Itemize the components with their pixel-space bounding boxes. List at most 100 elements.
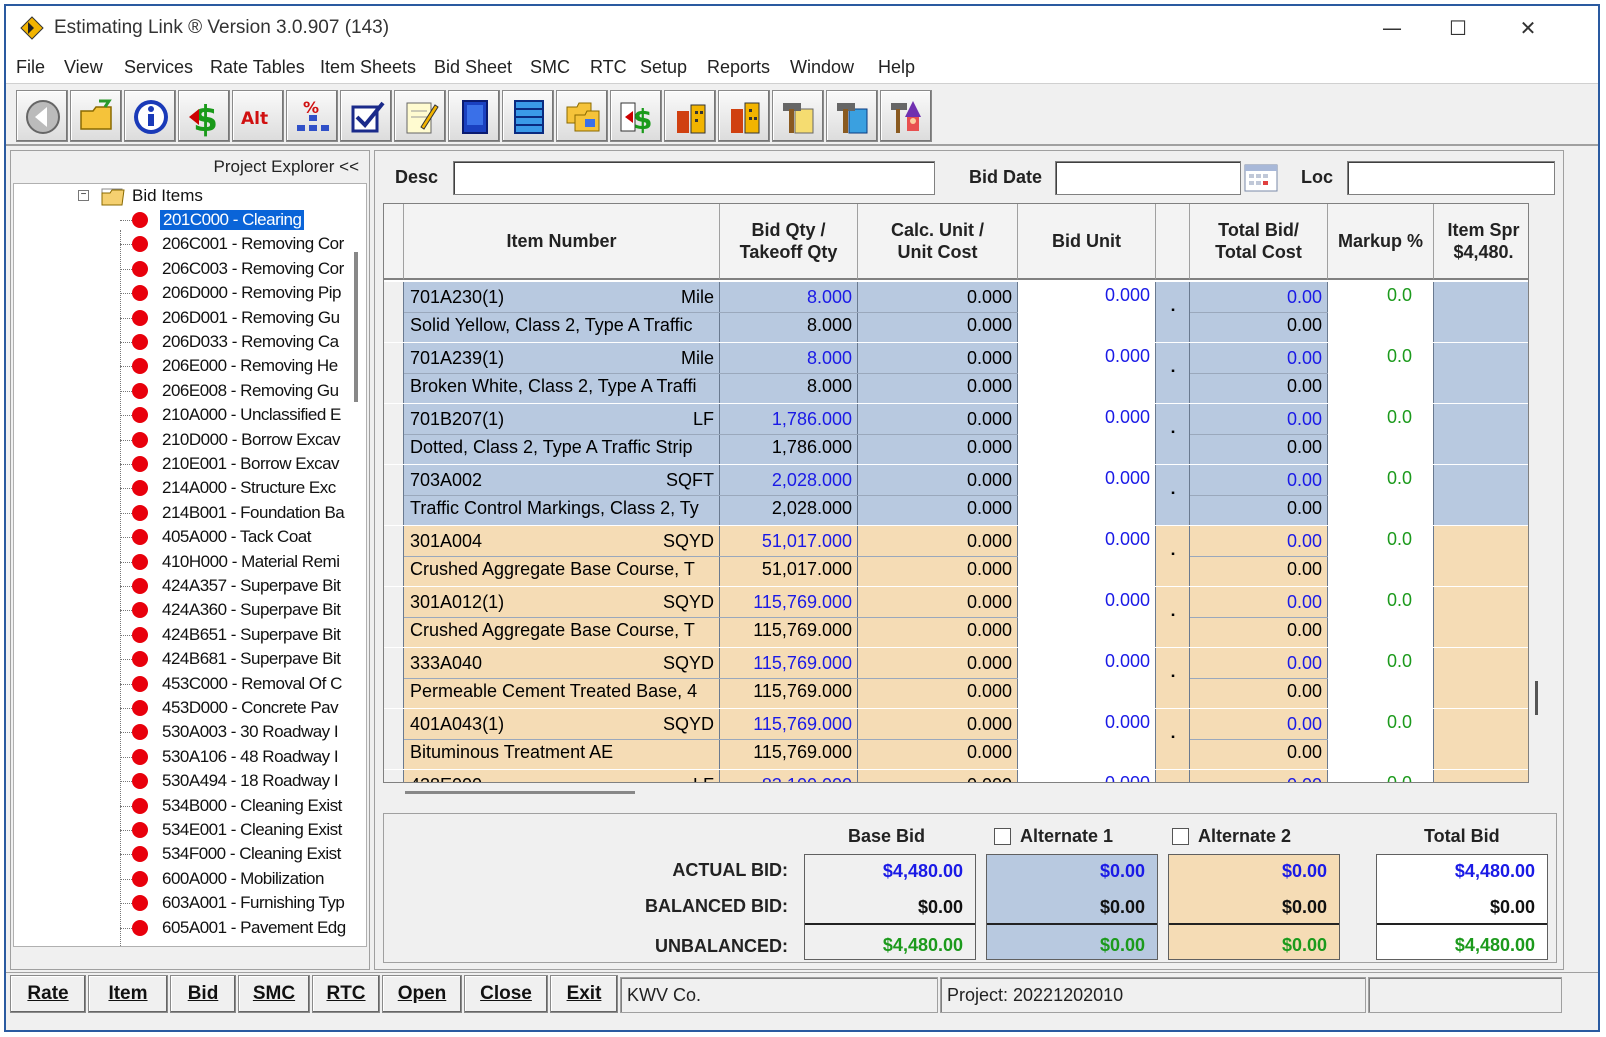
tree-item[interactable]: 214B001 - Foundation Ba [14,501,366,525]
bid-button[interactable]: Bid [170,975,236,1013]
table-row[interactable]: 703A002 SQFT Traffic Control Markings, Cla… [384,465,1528,525]
tree-item[interactable]: 424A357 - Superpave Bit [14,574,366,598]
desc-input[interactable] [453,161,935,195]
lock-marker-icon[interactable]: ▪ [1156,662,1190,692]
exit-button[interactable]: Exit [550,975,618,1013]
lock-marker-icon[interactable]: ▪ [1156,723,1190,753]
menu-bid-sheet[interactable]: Bid Sheet [434,57,512,78]
buildings-button[interactable] [664,90,716,142]
tree-item[interactable]: 206C003 - Removing Cor [14,257,366,281]
tree-item[interactable]: 603A001 - Furnishing Typ [14,891,366,915]
transfer-button[interactable]: $ [610,90,662,142]
markup-button[interactable]: % [286,90,338,142]
maximize-button[interactable]: ☐ [1440,14,1476,42]
table-row[interactable]: 701A239(1) Mile Broken White, Class 2, Typ… [384,343,1528,403]
menu-file[interactable]: File [16,57,45,78]
table-row[interactable]: 701B207(1) LF Dotted, Class 2, Type A Traf… [384,404,1528,464]
tree-item[interactable]: 424B681 - Superpave Bit [14,647,366,671]
tree-item[interactable]: 210E001 - Borrow Excav [14,452,366,476]
header-item-spread[interactable]: Item Spr $4,480. [1434,204,1528,280]
header-markup[interactable]: Markup % [1328,204,1434,280]
tree-item[interactable]: 206C001 - Removing Cor [14,232,366,256]
grid-horizontal-scrollbar[interactable] [405,791,635,794]
close-project-button[interactable]: Close [464,975,548,1013]
menu-smc[interactable]: SMC [530,57,570,78]
loc-input[interactable] [1347,161,1555,195]
tree-item[interactable]: 210A000 - Unclassified E [14,403,366,427]
bid-items-tree[interactable]: − Bid Items 201C000 - Clearing 206C001 - … [13,183,367,947]
rtc-button[interactable]: RTC [312,975,380,1013]
tree-item[interactable]: 530A494 - 18 Roadway I [14,769,366,793]
lock-marker-icon[interactable]: ▪ [1156,479,1190,509]
menu-setup[interactable]: Setup [640,57,687,78]
tree-item[interactable]: 534E001 - Cleaning Exist [14,818,366,842]
tree-root[interactable]: − Bid Items [14,184,366,208]
table-row[interactable]: 428E000LF83,100.0000.0000.0000.000.0▪ [384,770,1528,782]
pricing-button[interactable]: $ [178,90,230,142]
tree-item[interactable]: 534B000 - Cleaning Exist [14,794,366,818]
tree-item[interactable]: 530A003 - 30 Roadway I [14,720,366,744]
hammer-doc-button[interactable] [772,90,824,142]
header-bid-unit[interactable]: Bid Unit [1018,204,1156,280]
tree-item[interactable]: 214A000 - Structure Exc [14,476,366,500]
menu-rate-tables[interactable]: Rate Tables [210,57,305,78]
alternate-2-checkbox[interactable] [1172,828,1189,845]
header-total[interactable]: Total Bid/Total Cost [1190,204,1328,280]
folders-button[interactable] [556,90,608,142]
tree-item[interactable]: 206D000 - Removing Pip [14,281,366,305]
menu-window[interactable]: Window [790,57,854,78]
tree-item[interactable]: 206E008 - Removing Gu [14,379,366,403]
explorer-collapse-toggle[interactable]: Project Explorer << [213,157,359,177]
calendar-icon[interactable] [1243,161,1279,193]
back-button[interactable] [16,90,68,142]
menu-rtc[interactable]: RTC [590,57,627,78]
tree-item[interactable]: 534F000 - Cleaning Exist [14,842,366,866]
wizard-button[interactable] [880,90,932,142]
open-button[interactable] [70,90,122,142]
minimize-button[interactable]: — [1374,14,1410,42]
hammer-doc-2-button[interactable] [826,90,878,142]
table-row[interactable]: 401A043(1) SQYD Bituminous Treatment AE 115… [384,709,1528,769]
notes-button[interactable] [394,90,446,142]
bid-date-input[interactable] [1055,161,1241,195]
alternate-button[interactable]: Alt [232,90,284,142]
tree-item[interactable]: 201C000 - Clearing [14,208,366,232]
menu-item-sheets[interactable]: Item Sheets [320,57,416,78]
tree-item[interactable]: 605A001 - Pavement Edg [14,916,366,940]
tree-item[interactable]: 424B651 - Superpave Bit [14,623,366,647]
tree-item[interactable]: 453D000 - Concrete Pav [14,696,366,720]
menu-view[interactable]: View [64,57,103,78]
open-project-button[interactable]: Open [382,975,462,1013]
tree-item[interactable]: 206D001 - Removing Gu [14,306,366,330]
tree-item[interactable]: 424A360 - Superpave Bit [14,598,366,622]
tree-vertical-scrollbar[interactable] [354,252,358,402]
tree-item[interactable]: 453C000 - Removal Of C [14,672,366,696]
table-row[interactable]: 701A230(1) Mile Solid Yellow, Class 2, Typ… [384,282,1528,342]
smc-button[interactable]: SMC [238,975,310,1013]
book-button[interactable] [448,90,500,142]
checklist-button[interactable] [340,90,392,142]
menu-services[interactable]: Services [124,57,193,78]
table-button[interactable] [502,90,554,142]
tree-item[interactable]: 410H000 - Material Remi [14,550,366,574]
grid-vertical-scrollbar[interactable] [1535,681,1538,715]
lock-marker-icon[interactable]: ▪ [1156,296,1190,326]
table-row[interactable]: 301A012(1) SQYD Crushed Aggregate Base Cou… [384,587,1528,647]
menu-help[interactable]: Help [878,57,915,78]
table-row[interactable]: 301A004 SQYD Crushed Aggregate Base Course… [384,526,1528,586]
table-row[interactable]: 333A040 SQYD Permeable Cement Treated Base… [384,648,1528,708]
tree-item[interactable]: 206D033 - Removing Ca [14,330,366,354]
item-button[interactable]: Item [88,975,168,1013]
alternate-1-checkbox[interactable] [994,828,1011,845]
lock-marker-icon[interactable]: ▪ [1156,357,1190,387]
tree-item[interactable]: 210D000 - Borrow Excav [14,428,366,452]
tree-item[interactable]: 530A106 - 48 Roadway I [14,745,366,769]
close-button[interactable]: ✕ [1510,14,1546,42]
tree-item[interactable]: 405A000 - Tack Coat [14,525,366,549]
header-calc-unit[interactable]: Calc. Unit / Unit Cost [858,204,1018,280]
collapse-icon[interactable]: − [78,190,89,201]
header-qty[interactable]: Bid Qty / Takeoff Qty [720,204,858,280]
buildings-2-button[interactable] [718,90,770,142]
tree-item[interactable]: 206E000 - Removing He [14,354,366,378]
info-button[interactable] [124,90,176,142]
